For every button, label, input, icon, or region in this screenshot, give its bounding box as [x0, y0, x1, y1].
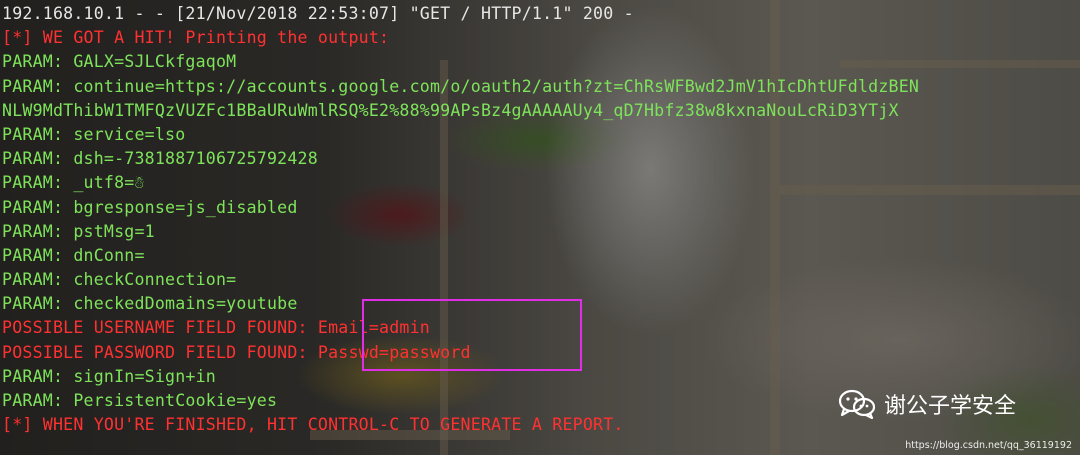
terminal-line: PARAM: bgresponse=js_disabled	[2, 197, 298, 217]
terminal-line: PARAM: dnConn=	[2, 245, 145, 265]
terminal-line: PARAM: continue=https://accounts.google.…	[2, 76, 920, 96]
credentials-highlight-box	[362, 299, 582, 371]
terminal-line: PARAM: GALX=SJLCkfgaqoM	[2, 52, 237, 72]
terminal-line: PARAM: pstMsg=1	[2, 221, 155, 241]
terminal-line: PARAM: _utf8=☃	[2, 173, 145, 193]
terminal-line: 192.168.10.1 - - [21/Nov/2018 22:53:07] …	[2, 4, 634, 23]
wechat-watermark: 谢公子学安全	[838, 388, 1016, 420]
terminal-line: [*] WE GOT A HIT! Printing the output:	[2, 28, 390, 48]
terminal-line: PARAM: service=lso	[2, 124, 186, 144]
terminal-line: PARAM: checkConnection=	[2, 270, 237, 290]
wechat-icon	[838, 389, 876, 420]
watermark-text: 谢公子学安全	[884, 394, 1017, 419]
terminal-output: 192.168.10.1 - - [21/Nov/2018 22:53:07] …	[0, 0, 1080, 455]
blog-url-watermark: https://blog.csdn.net/qq_36119192	[905, 440, 1072, 451]
terminal-line: PARAM: dsh=-7381887106725792428	[2, 149, 318, 169]
terminal-line: NLW9MdThibW1TMFQzVUZFc1BBaURuWmlRSQ%E2%8…	[2, 100, 899, 120]
